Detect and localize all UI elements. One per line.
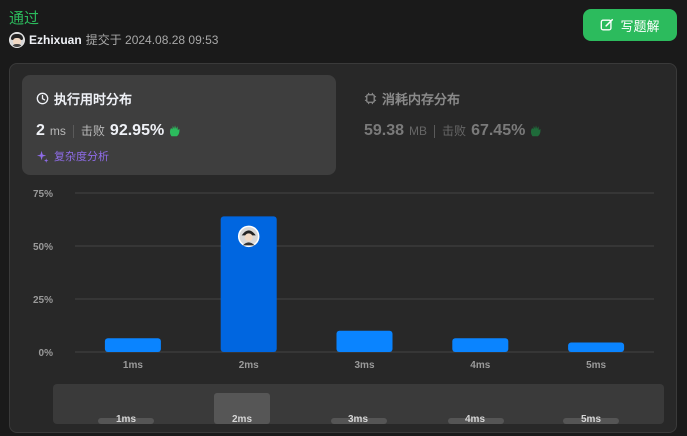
y-tick-label: 0% (39, 348, 54, 359)
y-tick-label: 75% (33, 189, 53, 200)
x-tick-label: 2ms (239, 360, 259, 371)
y-tick-label: 25% (33, 295, 53, 306)
x-tick-label: 1ms (123, 360, 143, 371)
y-tick-label: 50% (33, 242, 53, 253)
navigator-label: 3ms (347, 414, 369, 425)
navigator-label: 4ms (464, 414, 486, 425)
bar-4ms[interactable] (452, 338, 509, 352)
x-tick-label: 4ms (470, 360, 490, 371)
x-tick-label: 3ms (354, 360, 374, 371)
bar-5ms[interactable] (568, 342, 625, 352)
navigator-label: 2ms (231, 414, 253, 425)
navigator-label: 5ms (580, 414, 602, 425)
runtime-distribution-chart: 0% 25% 50% 75% 1ms 2ms 3ms 4ms 5ms (33, 189, 654, 371)
x-tick-label: 5ms (586, 360, 606, 371)
user-position-avatar (237, 225, 260, 248)
navigator-label: 1ms (115, 414, 137, 425)
bar-1ms[interactable] (104, 338, 161, 352)
bar-3ms[interactable] (336, 330, 393, 352)
